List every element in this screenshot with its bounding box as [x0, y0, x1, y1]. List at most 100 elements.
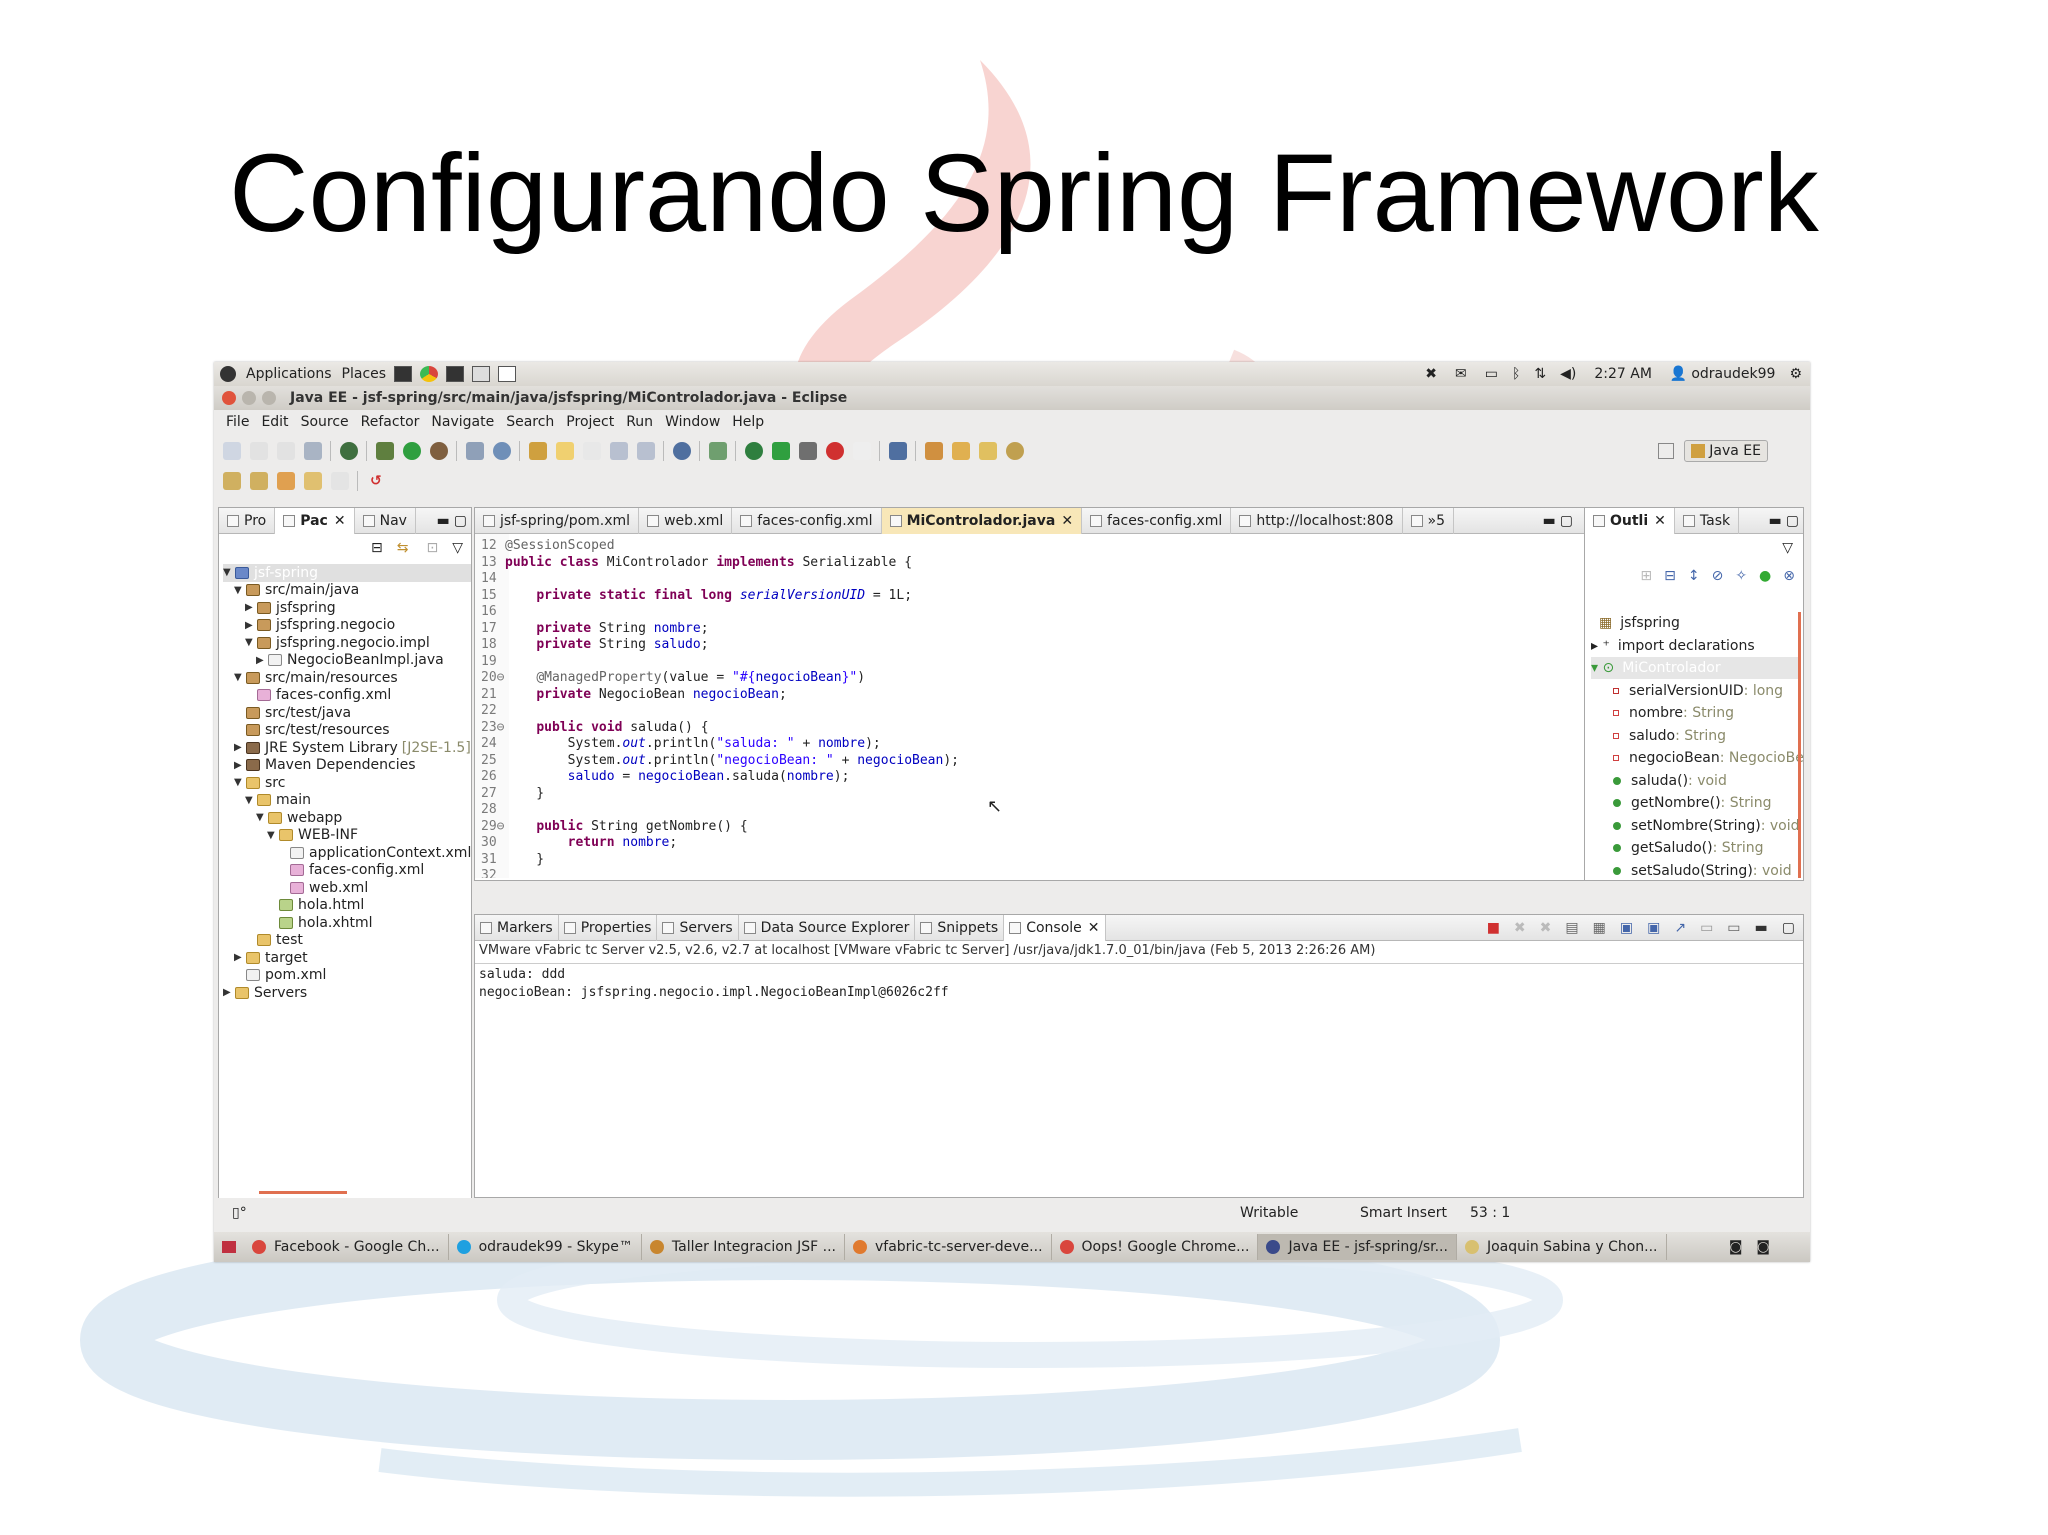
search-web-icon[interactable]: [1006, 442, 1024, 460]
menu-help[interactable]: Help: [732, 414, 764, 430]
drive-launcher-icon[interactable]: [472, 366, 491, 382]
code-line[interactable]: 16: [475, 604, 505, 621]
editor-tab[interactable]: faces-config.xml: [1082, 507, 1232, 534]
expand-toggle-icon[interactable]: ▶: [245, 602, 257, 613]
tree-item[interactable]: ▶ jsfspring: [245, 599, 336, 617]
menu-navigate[interactable]: Navigate: [431, 414, 494, 430]
menu-search[interactable]: Search: [506, 414, 554, 430]
clock[interactable]: 2:27 AM: [1594, 366, 1652, 382]
run-icon[interactable]: [403, 442, 421, 460]
tree-item[interactable]: test: [245, 932, 303, 950]
tree-item[interactable]: web.xml: [278, 879, 368, 897]
expand-toggle-icon[interactable]: ▼: [234, 672, 246, 683]
tree-item[interactable]: ▼ main: [245, 792, 311, 810]
print-icon[interactable]: [304, 442, 322, 460]
menu-window[interactable]: Window: [665, 414, 720, 430]
menu-file[interactable]: File: [226, 414, 249, 430]
editor-tab[interactable]: MiControlador.java ✕: [881, 507, 1083, 534]
debug-server-icon[interactable]: [745, 442, 763, 460]
collapse-icon[interactable]: ⊟: [1664, 568, 1676, 584]
expand-toggle-icon[interactable]: ▼: [234, 777, 246, 788]
new-class-icon[interactable]: [493, 442, 511, 460]
menu-refactor[interactable]: Refactor: [361, 414, 420, 430]
profile-server-icon[interactable]: [799, 442, 817, 460]
open-task-icon[interactable]: [889, 442, 907, 460]
workspace-1-icon[interactable]: ◙: [1729, 1239, 1743, 1255]
tab-outline[interactable]: Outli ✕: [1585, 507, 1675, 534]
debug-icon[interactable]: [376, 442, 394, 460]
tree-item[interactable]: ▼ src/main/resources: [234, 669, 398, 687]
editor-tab[interactable]: http://localhost:808: [1231, 507, 1403, 534]
remove-launch-icon[interactable]: ✖: [1514, 920, 1526, 936]
outline-item[interactable]: getSaludo() : String: [1613, 837, 1764, 859]
back-icon[interactable]: [304, 472, 322, 490]
tree-item[interactable]: faces-config.xml: [245, 687, 391, 705]
minimize-window-icon[interactable]: [242, 391, 256, 405]
code-line[interactable]: 30 return nombre;: [475, 835, 677, 852]
menu-edit[interactable]: Edit: [261, 414, 288, 430]
code-line[interactable]: 14: [475, 571, 505, 588]
taskbar-window-button[interactable]: odraudek99 - Skype™: [449, 1234, 642, 1260]
outline-item[interactable]: negocioBean : NegocioBe: [1613, 747, 1803, 769]
network-icon[interactable]: ⇅: [1534, 366, 1546, 382]
hide-fields-icon[interactable]: ⊘: [1712, 568, 1724, 584]
open-console-icon[interactable]: ↗: [1674, 920, 1686, 936]
mark-occurrences-icon[interactable]: [556, 442, 574, 460]
start-server-icon[interactable]: [772, 442, 790, 460]
editor-tab[interactable]: faces-config.xml: [732, 507, 882, 534]
pen-icon[interactable]: [979, 442, 997, 460]
close-tab-icon[interactable]: ✕: [1654, 513, 1666, 529]
taskbar-window-button[interactable]: Java EE - jsf-spring/sr...: [1258, 1234, 1457, 1260]
tree-item[interactable]: hola.html: [267, 897, 364, 915]
editor-tab[interactable]: jsf-spring/pom.xml: [475, 507, 640, 534]
tree-item[interactable]: ▶ Servers: [223, 984, 307, 1002]
open-project-icon[interactable]: [925, 442, 943, 460]
block-selection-icon[interactable]: [583, 442, 601, 460]
focus-icon[interactable]: ⊡: [426, 540, 438, 556]
outline-item[interactable]: saluda() : void: [1613, 770, 1727, 792]
editor-tab[interactable]: web.xml: [639, 507, 733, 534]
expand-toggle-icon[interactable]: ▶: [223, 987, 235, 998]
server-icon[interactable]: [340, 442, 358, 460]
menu-source[interactable]: Source: [301, 414, 349, 430]
new-java-project-icon[interactable]: [466, 442, 484, 460]
close-tab-icon[interactable]: ✕: [1088, 920, 1100, 936]
sort-icon[interactable]: ⊞: [1640, 568, 1652, 584]
maximize-icon[interactable]: ▢: [1782, 920, 1795, 936]
outline-item[interactable]: getNombre() : String: [1613, 792, 1772, 814]
volume-icon[interactable]: ◀): [1560, 366, 1576, 382]
tree-item[interactable]: ▼ src/main/java: [234, 582, 359, 600]
expand-toggle-icon[interactable]: ▶: [256, 655, 268, 666]
expand-toggle-icon[interactable]: ▶: [245, 620, 257, 631]
remove-all-icon[interactable]: ✖: [1540, 920, 1552, 936]
hide-local-types-icon[interactable]: ⊗: [1783, 568, 1795, 584]
next-annotation-icon[interactable]: [223, 472, 241, 490]
code-line[interactable]: 13 public class MiControlador implements …: [475, 555, 912, 572]
bottom-tab[interactable]: Snippets: [915, 914, 1005, 941]
places-menu[interactable]: Places: [342, 366, 387, 382]
sort-alpha-icon[interactable]: ↕: [1688, 568, 1700, 584]
tree-item[interactable]: ▼ jsfspring.negocio.impl: [245, 634, 430, 652]
close-window-icon[interactable]: [222, 391, 236, 405]
expand-toggle-icon[interactable]: ▼: [245, 795, 257, 806]
expand-toggle-icon[interactable]: ▼: [234, 585, 246, 596]
globe-icon[interactable]: [673, 442, 691, 460]
taskbar-window-button[interactable]: Taller Integracion JSF ...: [642, 1234, 845, 1260]
save-all-icon[interactable]: [277, 442, 295, 460]
tree-item[interactable]: ▶ NegocioBeanImpl.java: [256, 652, 444, 670]
open-folder-icon[interactable]: [952, 442, 970, 460]
external-tools-icon[interactable]: [430, 442, 448, 460]
code-line[interactable]: 22: [475, 703, 505, 720]
view-menu-icon[interactable]: ▽: [1782, 540, 1793, 556]
publish-icon[interactable]: [853, 442, 871, 460]
tree-item[interactable]: hola.xhtml: [267, 914, 373, 932]
open-type-icon[interactable]: [529, 442, 547, 460]
menu-run[interactable]: Run: [626, 414, 653, 430]
battery-icon[interactable]: ▭: [1485, 366, 1498, 382]
taskbar-window-button[interactable]: vfabric-tc-server-deve...: [845, 1234, 1052, 1260]
expand-toggle-icon[interactable]: ▼: [223, 567, 235, 578]
chrome-launcher-icon[interactable]: [420, 366, 439, 382]
bottom-tab[interactable]: Data Source Explorer: [739, 914, 916, 941]
tree-item[interactable]: ▶ JRE System Library [J2SE-1.5]: [234, 739, 471, 757]
show-console-icon[interactable]: ▣: [1647, 920, 1660, 936]
